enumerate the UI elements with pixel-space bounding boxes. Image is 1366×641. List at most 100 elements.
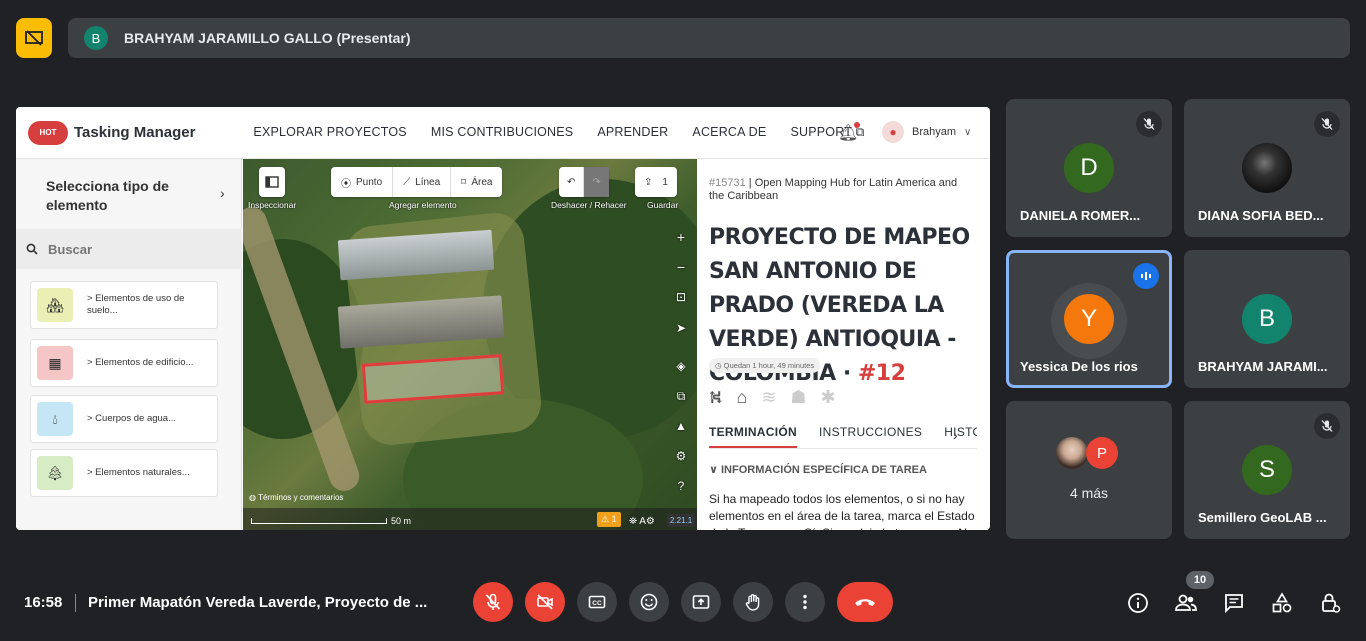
- present-screen-icon: [692, 595, 710, 609]
- tab-completion[interactable]: TERMINACIÓN: [709, 425, 797, 448]
- avatar: Y: [1064, 294, 1114, 344]
- scale-label: 50 m: [391, 516, 412, 526]
- sidebar-toggle-icon: [265, 176, 279, 188]
- tree-icon: 🌲︎: [37, 456, 73, 490]
- user-menu[interactable]: ● Brahyam ∨: [882, 121, 971, 143]
- layers-icon[interactable]: ◈: [673, 359, 689, 373]
- building-icon: ▦: [37, 346, 73, 380]
- participant-tile[interactable]: B BRAHYAM JARAMI...: [1184, 250, 1350, 388]
- time-left-badge: ◷ Quedan 1 hour, 49 minutes: [709, 358, 821, 373]
- map-data-icon[interactable]: ⧉: [673, 389, 689, 404]
- land-use-icon: 🏘︎: [37, 288, 73, 322]
- add-point-button[interactable]: ⦿ Punto: [331, 167, 394, 197]
- issues-icon[interactable]: ▲: [673, 419, 689, 433]
- more-count-label: 4 más: [1069, 485, 1109, 501]
- undo-redo-toolbar: ↶ ↷: [559, 167, 609, 197]
- mic-toggle-button[interactable]: [473, 582, 513, 622]
- reactions-button[interactable]: [629, 582, 669, 622]
- globe-icon: ◍: [249, 493, 259, 502]
- undo-caption: Deshacer / Rehacer: [551, 200, 627, 210]
- raise-hand-button[interactable]: [733, 582, 773, 622]
- presentation-status-icon[interactable]: [16, 18, 52, 58]
- more-avatars: P: [1056, 437, 1118, 469]
- avatar: B: [1242, 294, 1292, 344]
- tm-logo[interactable]: HOT Tasking Manager: [28, 120, 195, 145]
- closed-captions-icon: CC: [588, 595, 606, 609]
- participant-tile[interactable]: D DANIELA ROMER...: [1006, 99, 1172, 237]
- terms-label: Términos y comentarios: [258, 493, 344, 502]
- people-icon[interactable]: [1173, 590, 1199, 616]
- task-type-icons: ⛕ ⌂ ≋ ☗ ✱: [709, 387, 850, 411]
- add-area-button[interactable]: ⌑ Área: [451, 167, 502, 197]
- activities-icon[interactable]: [1269, 590, 1295, 616]
- water-drop-icon: 💧︎: [37, 402, 73, 436]
- nav-explore[interactable]: EXPLORAR PROYECTOS: [253, 125, 406, 140]
- mic-off-icon: [1314, 413, 1340, 439]
- panel-title: Selecciona tipo de elemento: [46, 178, 169, 213]
- tab-history[interactable]: HISTORIA: [944, 425, 977, 448]
- chevron-right-icon[interactable]: ›: [220, 185, 225, 201]
- presenter-bar: B BRAHYAM JARAMILLO GALLO (Presentar): [68, 18, 1350, 58]
- search-box[interactable]: [16, 229, 242, 269]
- zoom-in-icon[interactable]: +: [673, 229, 689, 245]
- host-controls-icon[interactable]: [1317, 590, 1343, 616]
- preset-land-use[interactable]: 🏘︎ > Elementos de uso de suelo...: [30, 281, 218, 329]
- preset-natural[interactable]: 🌲︎ > Elementos naturales...: [30, 449, 218, 497]
- section-heading[interactable]: ∨ INFORMACIÓN ESPECÍFICA DE TAREA: [709, 463, 927, 476]
- preferences-icon[interactable]: ⚙: [673, 449, 689, 463]
- captions-button[interactable]: CC: [577, 582, 617, 622]
- area-icon: ⌑: [461, 176, 467, 188]
- preset-water[interactable]: 💧︎ > Cuerpos de agua...: [30, 395, 218, 443]
- tab-instructions[interactable]: INSTRUCCIONES: [819, 425, 922, 448]
- nav-about[interactable]: ACERCA DE: [692, 125, 766, 140]
- warnings-badge[interactable]: ⚠ 1: [597, 512, 621, 527]
- notifications-bell-icon[interactable]: 🔔︎: [838, 122, 861, 143]
- redo-icon: ↷: [592, 176, 601, 188]
- time-left-label: Quedan 1 hour, 49 minutes: [723, 361, 815, 370]
- participant-tile[interactable]: S Semillero GeoLAB ...: [1184, 401, 1350, 539]
- zoom-to-selection-icon[interactable]: ⊡: [673, 290, 689, 304]
- meeting-title[interactable]: Primer Mapatón Vereda Laverde, Proyecto …: [88, 594, 448, 611]
- participant-name: DANIELA ROMER...: [1020, 208, 1141, 223]
- present-button[interactable]: [681, 582, 721, 622]
- nav-learn[interactable]: APRENDER: [597, 125, 668, 140]
- search-icon: [26, 243, 38, 255]
- more-participants-tile[interactable]: P 4 más: [1006, 401, 1172, 539]
- inspector-toggle[interactable]: [259, 167, 285, 197]
- nav-contributions[interactable]: MIS CONTRIBUCIONES: [431, 125, 574, 140]
- project-meta: #15731 | Open Mapping Hub for Latin Amer…: [709, 177, 969, 203]
- meeting-details-icon[interactable]: [1125, 590, 1151, 616]
- participant-name: DIANA SOFIA BED...: [1198, 208, 1324, 223]
- raise-hand-icon: [745, 594, 760, 611]
- zoom-out-icon[interactable]: −: [673, 259, 689, 275]
- redo-button[interactable]: ↷: [584, 167, 609, 197]
- issues-badge[interactable]: ⛯ A⚙: [629, 516, 655, 527]
- chat-icon[interactable]: [1221, 590, 1247, 616]
- participant-tile-active-speaker[interactable]: Y Yessica De los rios: [1006, 250, 1172, 388]
- tm-header: HOT Tasking Manager EXPLORAR PROYECTOS M…: [16, 107, 990, 159]
- participant-tile[interactable]: DIANA SOFIA BED...: [1184, 99, 1350, 237]
- search-input[interactable]: [48, 241, 228, 257]
- add-line-button[interactable]: ⟋ Línea: [393, 167, 452, 197]
- terms-link[interactable]: ◍ Términos y comentarios: [249, 493, 343, 502]
- tool-label: Punto: [356, 176, 383, 188]
- chevron-right-icon[interactable]: ›: [953, 427, 958, 443]
- chevron-down-icon: ∨: [964, 126, 972, 138]
- tool-label: Área: [471, 176, 493, 188]
- map-canvas[interactable]: Inspeccionar ⦿ Punto ⟋ Línea ⌑ Área Agregar…: [243, 159, 697, 530]
- more-options-button[interactable]: [785, 582, 825, 622]
- undo-button[interactable]: ↶: [559, 167, 585, 197]
- hang-up-icon: [855, 599, 875, 606]
- camera-off-icon: [537, 594, 553, 610]
- task-number: #12: [857, 361, 906, 386]
- help-icon[interactable]: ?: [673, 479, 689, 493]
- locate-icon[interactable]: ➤: [673, 321, 689, 335]
- project-id[interactable]: #15731: [709, 177, 746, 189]
- preset-building[interactable]: ▦ > Elementos de edificio...: [30, 339, 218, 387]
- camera-toggle-button[interactable]: [525, 582, 565, 622]
- task-instructions-text: Si ha mapeado todos los elementos, o si …: [709, 492, 977, 530]
- leave-call-button[interactable]: [837, 582, 893, 622]
- speaking-indicator-icon: [1133, 263, 1159, 289]
- tm-nav: EXPLORAR PROYECTOS MIS CONTRIBUCIONES AP…: [253, 125, 888, 140]
- save-button[interactable]: ⇪ 1: [635, 167, 677, 197]
